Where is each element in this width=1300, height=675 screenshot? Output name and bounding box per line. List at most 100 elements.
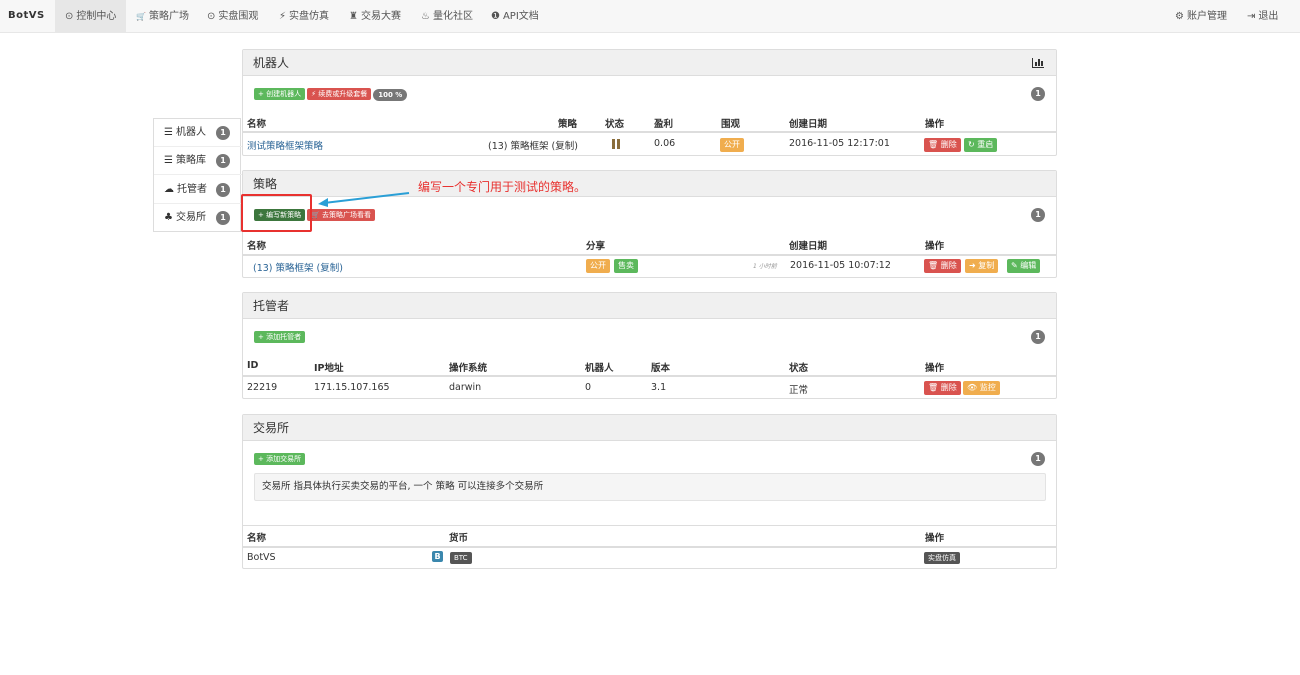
pause-icon	[612, 139, 621, 149]
strategy-edit-button[interactable]: ✎ 编辑	[1007, 259, 1041, 273]
col-os: 操作系统	[449, 363, 488, 374]
brand-logo[interactable]: BotVS	[8, 10, 45, 21]
logout-icon: ⇥	[1247, 11, 1256, 22]
col-ops: 操作	[925, 241, 945, 252]
hosts-panel-title: 托管者	[243, 293, 1056, 319]
exchange-info-well: 交易所 指具体执行买卖交易的平台, 一个 策略 可以连接多个交易所	[254, 473, 1046, 501]
robot-strategy: (13) 策略框架 (复制)	[488, 141, 578, 152]
nav-logout[interactable]: ⇥ 退出	[1247, 0, 1278, 33]
strategies-panel: 策略 + 编写新策略 🛒 去策略广场看看 1 名称 分享 创建日期 操作 (13)…	[242, 170, 1057, 278]
bar-chart-icon[interactable]	[1032, 58, 1044, 68]
robot-delete-button[interactable]: 🗑 删除	[924, 138, 961, 152]
annotation-text: 编写一个专门用于测试的策略。	[418, 180, 587, 194]
robots-toolbar: + 创建机器人 ⚡ 续费或升级套餐 100 %	[254, 88, 408, 101]
strategy-sell-badge: 售卖	[614, 259, 638, 273]
col-version: 版本	[651, 363, 671, 374]
col-status: 状态	[789, 363, 809, 374]
robot-watch-badge: 公开	[720, 138, 744, 152]
currency-badge: BTC	[450, 552, 472, 564]
host-ip: 171.15.107.165	[314, 382, 390, 393]
add-host-button[interactable]: + 添加托管者	[254, 331, 306, 343]
go-strategy-square-button[interactable]: 🛒 去策略广场看看	[307, 209, 376, 221]
nav-account[interactable]: ⚙ 账户管理	[1175, 0, 1227, 33]
col-name: 名称	[247, 533, 267, 544]
exchanges-panel-title: 交易所	[243, 415, 1056, 441]
strategy-created: 2016-11-05 10:07:12	[790, 260, 891, 271]
sidebar: ☰ 机器人 1 ☰ 策略库 1 ☁ 托管者 1 ♣ 交易所 1	[153, 118, 242, 232]
top-navbar: BotVS ⊙ 控制中心 🛒 策略广场 ⊙ 实盘围观 ⚡ 实盘仿真 ♜ 交易大赛 ♨ 量化社…	[0, 0, 1300, 33]
exchanges-toolbar: + 添加交易所	[254, 453, 307, 465]
col-robots: 机器人	[585, 363, 614, 374]
host-version: 3.1	[651, 382, 667, 393]
strategy-updated-ago: 1 小时前	[753, 263, 777, 270]
nav-strategy-square[interactable]: 🛒 策略广场	[136, 0, 189, 33]
count-badge: 1	[216, 183, 230, 197]
lightning-icon: ⚡	[279, 11, 287, 22]
col-id: ID	[247, 360, 259, 371]
robot-profit: 0.06	[654, 138, 676, 149]
exchange-name: BotVS	[247, 552, 276, 563]
col-ops: 操作	[925, 363, 945, 374]
add-exchange-button[interactable]: + 添加交易所	[254, 453, 306, 465]
exchange-logo-icon: B	[432, 551, 443, 562]
strategies-count-badge: 1	[1031, 208, 1045, 222]
renew-plan-button[interactable]: ⚡ 续费或升级套餐	[307, 88, 372, 100]
robots-panel: 机器人 + 创建机器人 ⚡ 续费或升级套餐 100 % 1 名称 策略 状态 盈利 …	[242, 49, 1057, 156]
highlight-box	[241, 194, 312, 232]
robots-panel-title: 机器人	[243, 50, 1056, 76]
divider	[243, 525, 1056, 526]
sidebar-item-strategies[interactable]: ☰ 策略库 1	[154, 147, 242, 175]
nav-control-center[interactable]: ⊙ 控制中心	[55, 0, 127, 33]
divider	[243, 131, 1056, 133]
strategy-name-link[interactable]: (13) 策略框架 (复制)	[253, 260, 343, 274]
col-share: 分享	[586, 241, 606, 252]
tower-icon: ♜	[349, 11, 358, 22]
hosts-panel: 托管者 + 添加托管者 1 ID IP地址 操作系统 机器人 版本 状态 操作 …	[242, 292, 1057, 399]
live-sim-badge[interactable]: 实盘仿真	[924, 552, 960, 564]
quota-badge: 100 %	[373, 89, 408, 101]
cloud-icon: ☁	[164, 184, 174, 195]
count-badge: 1	[216, 211, 230, 225]
col-created: 创建日期	[789, 241, 828, 252]
col-currency: 货币	[449, 533, 469, 544]
database-icon: ☰	[164, 155, 173, 166]
robot-name-link[interactable]: 测试策略框架策略	[247, 138, 323, 152]
nav-api-docs[interactable]: ❶ API文档	[491, 0, 539, 33]
exchanges-count-badge: 1	[1031, 452, 1045, 466]
col-ops: 操作	[925, 533, 945, 544]
col-status: 状态	[605, 119, 625, 130]
nav-live-sim[interactable]: ⚡ 实盘仿真	[279, 0, 329, 33]
col-name: 名称	[247, 119, 267, 130]
eye-circle-icon: ⊙	[207, 11, 216, 22]
hosts-count-badge: 1	[1031, 330, 1045, 344]
hosts-toolbar: + 添加托管者	[254, 331, 307, 343]
host-delete-button[interactable]: 🗑 删除	[924, 381, 961, 395]
sidebar-item-robots[interactable]: ☰ 机器人 1	[154, 119, 242, 147]
host-id: 22219	[247, 382, 278, 393]
fire-icon: ♨	[421, 11, 430, 22]
strategy-delete-button[interactable]: 🗑 删除	[924, 259, 961, 273]
robot-created: 2016-11-05 12:17:01	[789, 138, 890, 149]
robots-count-badge: 1	[1031, 87, 1045, 101]
nav-community[interactable]: ♨ 量化社区	[421, 0, 473, 33]
col-ip: IP地址	[314, 363, 344, 374]
divider	[243, 546, 1056, 548]
col-profit: 盈利	[654, 119, 674, 130]
sidebar-item-hosts[interactable]: ☁ 托管者 1	[154, 176, 242, 204]
host-os: darwin	[449, 382, 482, 393]
robot-restart-button[interactable]: ↻ 重启	[964, 138, 998, 152]
col-created: 创建日期	[789, 119, 828, 130]
nav-live-watch[interactable]: ⊙ 实盘围观	[207, 0, 258, 33]
info-icon: ❶	[491, 11, 500, 22]
strategy-copy-button[interactable]: ➜ 复制	[965, 259, 999, 273]
sidebar-item-exchanges[interactable]: ♣ 交易所 1	[154, 204, 242, 232]
arrow-icon	[318, 192, 410, 207]
nav-contest[interactable]: ♜ 交易大赛	[349, 0, 401, 33]
host-monitor-button[interactable]: 👁 监控	[963, 381, 1000, 395]
create-robot-button[interactable]: + 创建机器人	[254, 88, 306, 100]
col-strategy: 策略	[558, 119, 578, 130]
cart-icon: 🛒	[136, 12, 146, 21]
col-name: 名称	[247, 241, 267, 252]
divider	[243, 375, 1056, 377]
col-watch: 围观	[721, 119, 741, 130]
